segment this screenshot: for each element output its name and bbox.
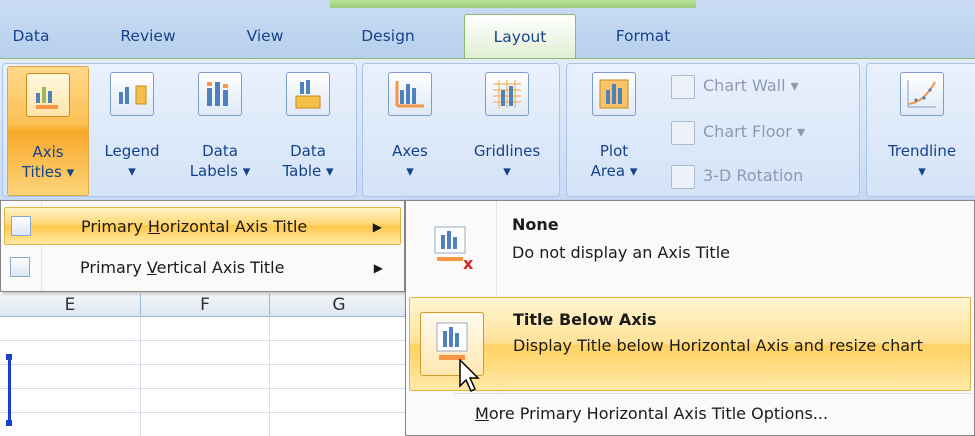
data-labels-icon (198, 72, 242, 116)
labels-group: Axis Titles ▾ Legend ▾ Data Labels ▾ Dat… (2, 63, 357, 197)
tab-layout[interactable]: Layout (464, 14, 576, 59)
gridline (269, 316, 270, 436)
axes-group: Axes ▾ Gridlines ▾ (362, 63, 560, 197)
menu-separator (454, 393, 972, 394)
legend-button[interactable]: Legend ▾ (89, 66, 175, 194)
chart-resize-handle[interactable] (6, 420, 12, 426)
column-header-e[interactable]: E (0, 294, 141, 317)
option-title: Title Below Axis (513, 310, 657, 329)
axis-titles-icon (26, 73, 70, 117)
horizontal-axis-title-submenu: x None Do not display an Axis Title Titl… (405, 200, 975, 436)
3d-rotation-button[interactable]: 3-D Rotation (667, 162, 883, 190)
option-title: None (512, 215, 559, 234)
background-group: Plot Area ▾ Chart Wall ▾ Chart Floor ▾ 3… (566, 63, 860, 197)
chart-floor-button[interactable]: Chart Floor ▾ (667, 118, 883, 146)
chart-wall-icon (671, 75, 695, 99)
data-table-button[interactable]: Data Table ▾ (265, 66, 351, 194)
data-labels-dropdown: Labels ▾ (189, 162, 251, 180)
trendline-dropdown: ▾ (918, 162, 926, 180)
more-axis-title-options[interactable]: More Primary Horizontal Axis Title Optio… (409, 397, 971, 431)
tab-view[interactable]: View (232, 14, 298, 58)
gridline (140, 316, 141, 436)
tab-review[interactable]: Review (100, 14, 196, 58)
axis-titles-dropdown: Titles ▾ (21, 163, 75, 181)
horizontal-axis-title-icon (11, 216, 31, 236)
plot-area-dropdown: Area ▾ (590, 162, 638, 180)
chart-floor-label: Chart Floor ▾ (703, 122, 805, 141)
axes-label: Axes (392, 142, 428, 160)
submenu-arrow-icon: ▶ (372, 220, 382, 234)
vertical-axis-title-icon (10, 257, 30, 277)
tab-design[interactable]: Design (342, 14, 434, 58)
axes-icon (388, 72, 432, 116)
menu-item-primary-vertical-axis-title[interactable]: Primary Vertical Axis Title ▶ (4, 249, 401, 287)
menu-item-label: Primary Horizontal Axis Title (81, 217, 308, 236)
plot-area-button[interactable]: Plot Area ▾ (571, 66, 657, 194)
option-description: Do not display an Axis Title (512, 243, 730, 262)
legend-icon (110, 72, 154, 116)
gridline (0, 388, 410, 389)
submenu-arrow-icon: ▶ (373, 261, 383, 275)
trendline-label: Trendline (887, 142, 957, 160)
data-table-label: Data (290, 142, 326, 160)
gridlines-icon (485, 72, 529, 116)
chart-wall-label: Chart Wall ▾ (703, 76, 799, 95)
axis-titles-label: Axis (32, 143, 64, 161)
gridlines-button[interactable]: Gridlines ▾ (459, 66, 555, 194)
data-table-icon (286, 72, 330, 116)
chart-tools-context-band (330, 0, 696, 8)
tab-data[interactable]: Data (0, 14, 62, 58)
chart-floor-icon (671, 121, 695, 145)
axes-dropdown: ▾ (406, 162, 414, 180)
gridline (0, 364, 410, 365)
legend-dropdown: ▾ (128, 162, 136, 180)
column-header-f[interactable]: F (141, 294, 270, 317)
column-header-g[interactable]: G (270, 294, 409, 317)
option-none[interactable]: x None Do not display an Axis Title (409, 207, 971, 283)
axis-titles-button[interactable]: Axis Titles ▾ (7, 66, 89, 196)
tab-format[interactable]: Format (592, 14, 694, 58)
option-description: Display Title below Horizontal Axis and … (513, 336, 923, 355)
more-options-label: More Primary Horizontal Axis Title Optio… (475, 404, 829, 423)
data-table-dropdown: Table ▾ (282, 162, 334, 180)
trendline-button[interactable]: Trendline ▾ (869, 66, 975, 194)
legend-label: Legend (104, 142, 160, 160)
gridline (0, 412, 410, 413)
analysis-group: Trendline ▾ (866, 63, 975, 197)
svg-text:x: x (463, 254, 474, 273)
ribbon-body: Axis Titles ▾ Legend ▾ Data Labels ▾ Dat… (0, 58, 975, 201)
menu-item-primary-horizontal-axis-title[interactable]: Primary Horizontal Axis Title ▶ (4, 207, 401, 245)
plot-area-label: Plot (599, 142, 629, 160)
chart-border (8, 356, 11, 422)
trendline-icon (900, 72, 944, 116)
chart-wall-button[interactable]: Chart Wall ▾ (667, 72, 883, 100)
data-labels-label: Data (202, 142, 238, 160)
gridlines-dropdown: ▾ (503, 162, 511, 180)
no-axis-title-icon: x (419, 213, 483, 277)
gridline (0, 340, 410, 341)
option-title-below-axis[interactable]: Title Below Axis Display Title below Hor… (409, 297, 971, 391)
axis-titles-menu: Primary Horizontal Axis Title ▶ Primary … (0, 200, 405, 292)
menu-item-label: Primary Vertical Axis Title (80, 258, 285, 277)
3d-rotation-label: 3-D Rotation (703, 166, 804, 185)
plot-area-icon (592, 72, 636, 116)
chart-resize-handle[interactable] (6, 354, 12, 360)
gridlines-label: Gridlines (473, 142, 541, 160)
axes-button[interactable]: Axes ▾ (367, 66, 453, 194)
3d-rotation-icon (671, 165, 695, 189)
mouse-cursor-icon (459, 358, 480, 393)
data-labels-button[interactable]: Data Labels ▾ (177, 66, 263, 194)
